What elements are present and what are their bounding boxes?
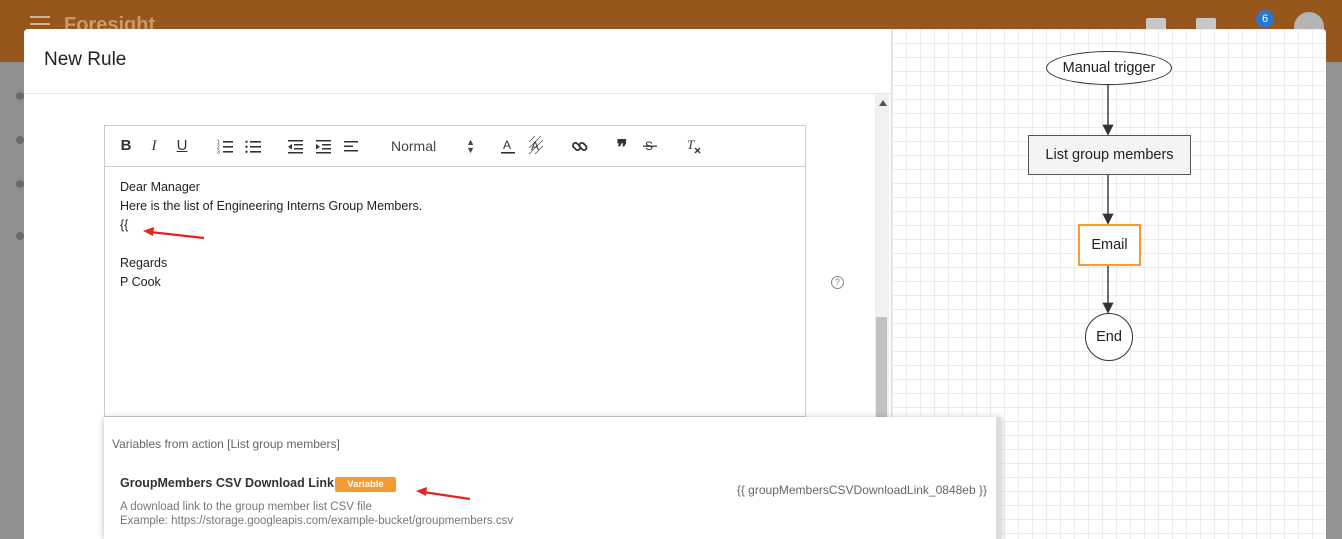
annotation-layer [143,227,471,501]
annotation-arrow [143,227,205,240]
annotation-arrow [416,487,471,501]
